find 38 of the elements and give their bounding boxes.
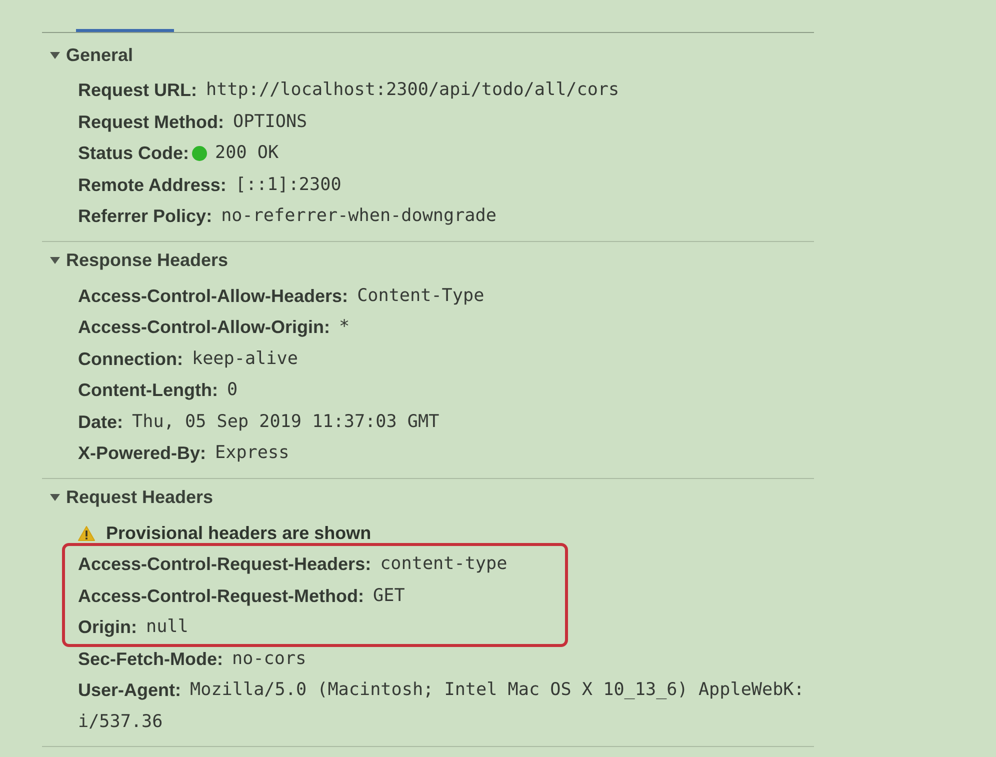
header-value: OPTIONS — [233, 110, 308, 134]
header-value: 0 — [226, 379, 238, 402]
section-toggle[interactable]: Response Headers — [42, 248, 228, 272]
header-value: null — [146, 616, 188, 639]
header-name: Request Method: — [78, 110, 224, 134]
section-toggle[interactable]: General — [42, 43, 134, 67]
header-name: Content-Length: — [78, 379, 218, 402]
header-name: Access-Control-Request-Method: — [78, 584, 364, 608]
header-value: no-cors — [232, 648, 306, 670]
header-value: 200 OK — [215, 142, 279, 165]
header-name: User-Agent: — [78, 679, 182, 702]
header-name: Status Code: — [78, 142, 190, 165]
header-value: GET — [373, 584, 405, 608]
header-value: i/537.36 — [78, 710, 163, 734]
header-value: keep-alive — [192, 348, 298, 370]
header-name: Remote Address: — [78, 174, 226, 196]
section-toggle[interactable]: Request Headers — [42, 486, 214, 510]
header-name: X-Powered-By: — [78, 442, 206, 465]
header-name: Access-Control-Allow-Headers: — [78, 284, 348, 308]
header-value: no-referrer-when-downgrade — [221, 205, 496, 228]
header-value: Mozilla/5.0 (Macintosh; Intel Mac OS X 10_13_6) AppleWebK: — [190, 679, 804, 702]
header-name: Date: — [78, 410, 124, 434]
header-value: http://localhost:2300/api/todo/all/cors — [206, 79, 620, 102]
header-name: Sec-Fetch-Mode: — [78, 648, 224, 670]
header-value: content-type — [380, 553, 508, 576]
header-name: Connection: — [78, 348, 183, 370]
header-value: Express — [215, 442, 290, 465]
header-name: Referrer Policy: — [78, 205, 212, 228]
header-value: Content-Type — [357, 284, 484, 308]
header-name: Access-Control-Allow-Origin: — [78, 316, 330, 339]
header-name: Access-Control-Request-Headers: — [78, 553, 372, 576]
header-name: Origin: — [78, 616, 137, 639]
header-value: Thu, 05 Sep 2019 11:37:03 GMT — [132, 410, 440, 434]
header-name: Request URL: — [78, 79, 198, 102]
warning-message: Provisional headers are shown — [106, 522, 372, 544]
warning-icon — [78, 526, 95, 541]
header-value: [::1]:2300 — [235, 174, 342, 196]
header-value: * — [339, 316, 350, 339]
